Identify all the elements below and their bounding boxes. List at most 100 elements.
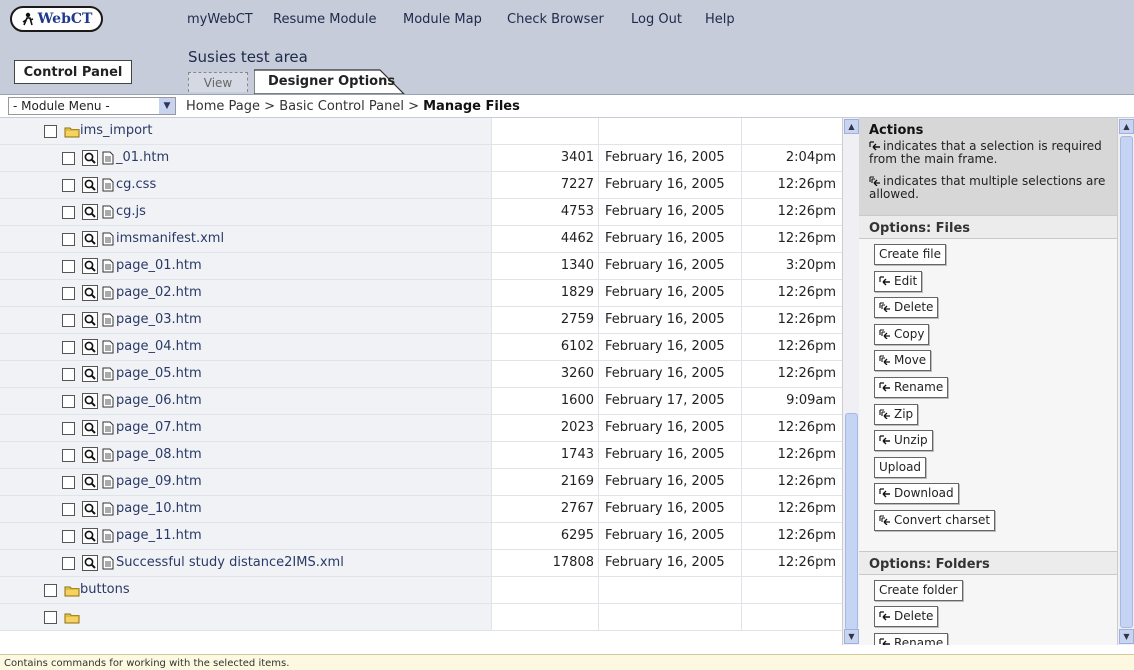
- file-row[interactable]: page_11.htm 6295 February 16, 2005 12:26pm: [0, 523, 842, 550]
- nav-resume-module[interactable]: Resume Module: [273, 12, 377, 27]
- file-row[interactable]: page_09.htm 2169 February 16, 2005 12:26pm: [0, 469, 842, 496]
- magnifier-icon[interactable]: [82, 312, 98, 328]
- file-name[interactable]: cg.js: [116, 204, 146, 219]
- select-checkbox[interactable]: [62, 314, 75, 327]
- select-checkbox[interactable]: [62, 395, 75, 408]
- nav-mywebct[interactable]: myWebCT: [187, 12, 253, 27]
- file-row[interactable]: page_06.htm 1600 February 17, 2005 9:09am: [0, 388, 842, 415]
- file-name[interactable]: page_04.htm: [116, 339, 202, 354]
- magnifier-icon[interactable]: [82, 528, 98, 544]
- select-checkbox[interactable]: [62, 422, 75, 435]
- select-checkbox[interactable]: [62, 206, 75, 219]
- magnifier-icon[interactable]: [82, 177, 98, 193]
- file-row[interactable]: page_07.htm 2023 February 16, 2005 12:26pm: [0, 415, 842, 442]
- select-checkbox[interactable]: [44, 125, 57, 138]
- magnifier-icon[interactable]: [82, 447, 98, 463]
- select-checkbox[interactable]: [62, 476, 75, 489]
- webct-logo[interactable]: WebCT: [10, 6, 103, 32]
- select-checkbox[interactable]: [62, 449, 75, 462]
- select-checkbox[interactable]: [62, 179, 75, 192]
- upload-button[interactable]: Upload: [874, 456, 927, 478]
- magnifier-icon[interactable]: [82, 204, 98, 220]
- file-row[interactable]: cg.js 4753 February 16, 2005 12:26pm: [0, 199, 842, 226]
- rename-button[interactable]: Rename: [874, 377, 949, 398]
- breadcrumb-basic-control-panel[interactable]: Basic Control Panel: [279, 99, 404, 114]
- scroll-down-icon[interactable]: ▼: [844, 629, 859, 644]
- file-name[interactable]: page_02.htm: [116, 285, 202, 300]
- move-button[interactable]: Move: [874, 350, 932, 372]
- file-name[interactable]: _01.htm: [116, 150, 169, 165]
- select-checkbox[interactable]: [62, 233, 75, 246]
- select-checkbox[interactable]: [44, 611, 57, 624]
- copy-button[interactable]: Copy: [874, 323, 930, 345]
- file-name[interactable]: page_03.htm: [116, 312, 202, 327]
- magnifier-icon[interactable]: [82, 339, 98, 355]
- create-folder-button[interactable]: Create folder: [874, 579, 963, 601]
- magnifier-icon[interactable]: [82, 258, 98, 274]
- file-name[interactable]: Successful study distance2IMS.xml: [116, 555, 344, 570]
- file-name[interactable]: cg.css: [116, 177, 156, 192]
- file-row[interactable]: Successful study distance2IMS.xml 17808 Fe…: [0, 550, 842, 577]
- scrollbar-thumb[interactable]: [1120, 136, 1133, 628]
- magnifier-icon[interactable]: [82, 420, 98, 436]
- folder-row[interactable]: [0, 604, 842, 631]
- chevron-down-icon[interactable]: ▼: [159, 98, 175, 114]
- magnifier-icon[interactable]: [82, 285, 98, 301]
- file-name[interactable]: page_11.htm: [116, 528, 202, 543]
- folder-row[interactable]: buttons: [0, 577, 842, 604]
- select-checkbox[interactable]: [62, 260, 75, 273]
- file-name[interactable]: page_09.htm: [116, 474, 202, 489]
- file-row[interactable]: page_10.htm 2767 February 16, 2005 12:26pm: [0, 496, 842, 523]
- file-row[interactable]: page_03.htm 2759 February 16, 2005 12:26pm: [0, 307, 842, 334]
- select-checkbox[interactable]: [44, 584, 57, 597]
- zip-button[interactable]: Zip: [874, 403, 919, 425]
- file-name[interactable]: imsmanifest.xml: [116, 231, 224, 246]
- file-row[interactable]: imsmanifest.xml 4462 February 16, 2005 12:2…: [0, 226, 842, 253]
- file-row[interactable]: page_02.htm 1829 February 16, 2005 12:26pm: [0, 280, 842, 307]
- file-name[interactable]: page_05.htm: [116, 366, 202, 381]
- file-name[interactable]: page_01.htm: [116, 258, 202, 273]
- select-checkbox[interactable]: [62, 503, 75, 516]
- scroll-up-icon[interactable]: ▲: [844, 119, 859, 134]
- file-row[interactable]: page_04.htm 6102 February 16, 2005 12:26pm: [0, 334, 842, 361]
- file-name[interactable]: page_06.htm: [116, 393, 202, 408]
- delete-button[interactable]: Delete: [874, 297, 939, 319]
- select-checkbox[interactable]: [62, 152, 75, 165]
- rename-button[interactable]: Rename: [874, 632, 949, 645]
- file-name[interactable]: page_07.htm: [116, 420, 202, 435]
- nav-check-browser[interactable]: Check Browser: [507, 12, 604, 27]
- unzip-button[interactable]: Unzip: [874, 430, 933, 452]
- create-file-button[interactable]: Create file: [874, 244, 946, 265]
- actions-scrollbar[interactable]: ▲ ▼: [1117, 118, 1134, 645]
- select-checkbox[interactable]: [62, 557, 75, 570]
- select-checkbox[interactable]: [62, 368, 75, 381]
- nav-module-map[interactable]: Module Map: [403, 12, 482, 27]
- file-list-scrollbar[interactable]: ▲ ▼: [842, 118, 859, 645]
- magnifier-icon[interactable]: [82, 231, 98, 247]
- breadcrumb-home[interactable]: Home Page: [186, 99, 260, 114]
- magnifier-icon[interactable]: [82, 555, 98, 571]
- file-row[interactable]: _01.htm 3401 February 16, 2005 2:04pm: [0, 145, 842, 172]
- file-name[interactable]: page_10.htm: [116, 501, 202, 516]
- tab-view[interactable]: View: [188, 72, 248, 92]
- select-checkbox[interactable]: [62, 341, 75, 354]
- file-name[interactable]: page_08.htm: [116, 447, 202, 462]
- download-button[interactable]: Download: [874, 483, 959, 505]
- file-row[interactable]: page_08.htm 1743 February 16, 2005 12:26pm: [0, 442, 842, 469]
- nav-log-out[interactable]: Log Out: [631, 12, 682, 27]
- scroll-up-icon[interactable]: ▲: [1119, 119, 1134, 134]
- magnifier-icon[interactable]: [82, 501, 98, 517]
- folder-name[interactable]: ims_import: [80, 123, 152, 138]
- file-row[interactable]: page_01.htm 1340 February 16, 2005 3:20pm: [0, 253, 842, 280]
- magnifier-icon[interactable]: [82, 474, 98, 490]
- magnifier-icon[interactable]: [82, 366, 98, 382]
- select-checkbox[interactable]: [62, 287, 75, 300]
- edit-button[interactable]: Edit: [874, 270, 923, 292]
- select-checkbox[interactable]: [62, 530, 75, 543]
- tab-designer-options[interactable]: Designer Options: [254, 68, 408, 94]
- scroll-down-icon[interactable]: ▼: [1119, 629, 1134, 644]
- scrollbar-thumb[interactable]: [845, 413, 858, 630]
- convert-charset-button[interactable]: Convert charset: [874, 510, 996, 531]
- file-row[interactable]: cg.css 7227 February 16, 2005 12:26pm: [0, 172, 842, 199]
- delete-button[interactable]: Delete: [874, 606, 939, 628]
